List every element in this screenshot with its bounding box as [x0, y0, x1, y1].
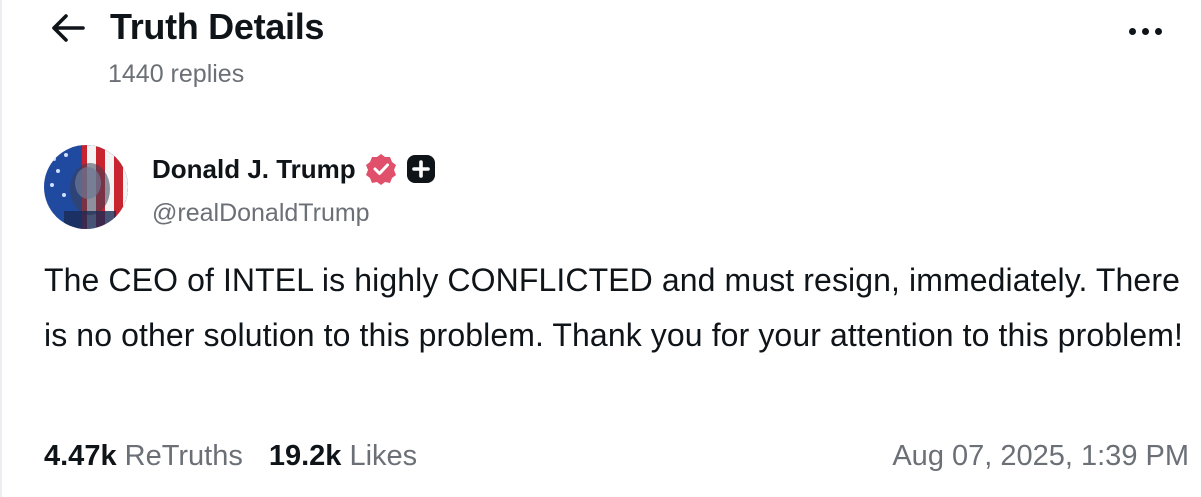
author-name-row: Donald J. Trump — [152, 152, 436, 186]
plus-badge-icon — [406, 154, 436, 184]
reply-count: 1440 replies — [108, 60, 245, 88]
avatar-image — [44, 145, 128, 229]
likes-label: Likes — [349, 440, 418, 472]
author-name[interactable]: Donald J. Trump — [152, 153, 356, 185]
truth-details-view: Truth Details 1440 replies Donald J. Tru… — [0, 0, 1201, 497]
more-options-button[interactable] — [1120, 14, 1170, 48]
post-timestamp: Aug 07, 2025, 1:39 PM — [892, 440, 1189, 472]
post-stats: 4.47k ReTruths 19.2k Likes — [44, 436, 417, 476]
page-title: Truth Details — [110, 6, 325, 47]
retruths-stat[interactable]: 4.47k ReTruths — [44, 436, 243, 476]
back-button[interactable] — [46, 8, 90, 48]
likes-stat[interactable]: 19.2k Likes — [269, 436, 417, 476]
retruths-label: ReTruths — [124, 440, 243, 472]
more-horizontal-icon — [1128, 27, 1136, 35]
post-text: The CEO of INTEL is highly CONFLICTED an… — [44, 262, 1183, 353]
author-handle[interactable]: @realDonaldTrump — [152, 197, 370, 229]
verified-badge-icon — [364, 152, 398, 186]
retruths-count: 4.47k — [44, 440, 117, 472]
avatar[interactable] — [44, 145, 128, 229]
likes-count: 19.2k — [268, 440, 342, 472]
arrow-left-icon — [52, 14, 85, 42]
